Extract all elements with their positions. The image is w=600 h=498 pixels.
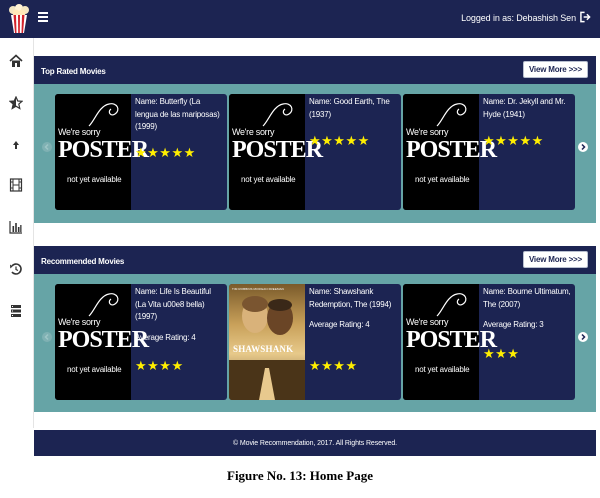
- film-icon[interactable]: [9, 178, 23, 192]
- poster-sorry-text: We're sorry: [406, 317, 449, 327]
- popcorn-icon[interactable]: [8, 4, 30, 34]
- movie-info: Name: Bourne Ultimatum, The (2007) Avera…: [483, 286, 571, 329]
- poster-sorry-text: We're sorry: [406, 127, 449, 137]
- carousel-next-icon[interactable]: [578, 332, 588, 342]
- movie-card[interactable]: We're sorry POSTER not yet available Nam…: [403, 94, 575, 210]
- bar-chart-icon[interactable]: [9, 220, 23, 234]
- movie-name: Name: Life Is Beautiful (La Vita u00e8 b…: [135, 287, 211, 321]
- poster-unavailable-text: not yet available: [415, 365, 470, 374]
- poster-placeholder-image[interactable]: We're sorry POSTER not yet available: [403, 284, 497, 400]
- poster-sorry-text: We're sorry: [58, 317, 101, 327]
- movie-card[interactable]: We're sorry POSTER not yet available Nam…: [55, 284, 227, 400]
- star-rating: ★★★★★: [483, 133, 544, 148]
- carousel-next-icon[interactable]: [578, 142, 588, 152]
- top-rated-title: Top Rated Movies: [41, 67, 106, 76]
- footer: © Movie Recommendation, 2017. All Rights…: [34, 430, 596, 456]
- star-rating: ★★★: [483, 346, 520, 361]
- sign-out-icon[interactable]: [580, 11, 591, 23]
- copyright-text: © Movie Recommendation, 2017. All Rights…: [233, 440, 397, 447]
- swirl-decoration: [88, 293, 119, 317]
- swirl-decoration: [436, 293, 467, 317]
- sidebar: [0, 38, 34, 428]
- top-rated-carousel: We're sorry POSTER not yet available Nam…: [34, 84, 596, 223]
- top-navbar: Logged in as: Debashish Sen: [0, 0, 600, 38]
- poster-cast-text: TIM ROBBINS MORGAN FREEMAN: [232, 287, 284, 291]
- poster-placeholder-image[interactable]: We're sorry POSTER not yet available: [55, 94, 149, 210]
- star-rating: ★★★★★: [309, 133, 370, 148]
- arrow-up-icon[interactable]: [9, 138, 23, 152]
- home-icon[interactable]: [9, 54, 23, 68]
- average-rating: Average Rating: 4: [309, 320, 370, 329]
- movie-info: Name: Butterfly (La lengua de las maripo…: [135, 96, 223, 134]
- poster-placeholder-image[interactable]: We're sorry POSTER not yet available: [229, 94, 323, 210]
- recommended-view-more-button[interactable]: View More >>>: [522, 251, 588, 268]
- poster-faces: [242, 296, 293, 335]
- top-rated-header: Top Rated Movies View More >>>: [34, 56, 596, 84]
- recommended-carousel: We're sorry POSTER not yet available Nam…: [34, 274, 596, 412]
- movie-card[interactable]: TIM ROBBINS MORGAN FREEMAN SHAWSHANK Nam…: [229, 284, 401, 400]
- star-rating: ★★★★★: [135, 145, 196, 160]
- movie-name: Name: Butterfly (La lengua de las maripo…: [135, 97, 220, 131]
- swirl-decoration: [262, 103, 293, 127]
- carousel-prev-icon[interactable]: [42, 332, 52, 342]
- poster-unavailable-text: not yet available: [67, 175, 122, 184]
- movie-name: Name: Good Earth, The (1937): [309, 97, 390, 119]
- poster-title-text: SHAWSHANK: [233, 344, 294, 354]
- movie-info: Name: Good Earth, The (1937): [309, 96, 397, 121]
- poster-sorry-text: We're sorry: [58, 127, 101, 137]
- figure-caption: Figure No. 13: Home Page: [227, 468, 373, 483]
- poster-placeholder-image[interactable]: We're sorry POSTER not yet available: [403, 94, 497, 210]
- movie-info: Name: Shawshank Redemption, The (1994) A…: [309, 286, 397, 329]
- poster-unavailable-text: not yet available: [415, 175, 470, 184]
- poster-sorry-text: We're sorry: [232, 127, 275, 137]
- hamburger-menu-icon[interactable]: [38, 12, 48, 22]
- shawshank-poster-image[interactable]: TIM ROBBINS MORGAN FREEMAN SHAWSHANK: [229, 284, 305, 400]
- movie-info: Name: Life Is Beautiful (La Vita u00e8 b…: [135, 286, 223, 342]
- recommended-header: Recommended Movies View More >>>: [34, 246, 596, 274]
- star-half-icon[interactable]: [9, 96, 23, 110]
- poster-unavailable-text: not yet available: [241, 175, 296, 184]
- history-icon[interactable]: [9, 262, 23, 276]
- top-rated-view-more-button[interactable]: View More >>>: [522, 61, 588, 78]
- swirl-decoration: [436, 103, 467, 127]
- recommended-title: Recommended Movies: [41, 257, 125, 266]
- swirl-decoration: [88, 103, 119, 127]
- movie-info: Name: Dr. Jekyll and Mr. Hyde (1941): [483, 96, 571, 121]
- server-icon[interactable]: [9, 304, 23, 318]
- poster-placeholder-image[interactable]: We're sorry POSTER not yet available: [55, 284, 149, 400]
- average-rating: Average Rating: 4: [135, 332, 196, 342]
- movie-card[interactable]: We're sorry POSTER not yet available Nam…: [403, 284, 575, 400]
- star-rating: ★★★★: [309, 358, 358, 373]
- poster-scene: [229, 360, 305, 400]
- movie-name: Name: Shawshank Redemption, The (1994): [309, 287, 392, 309]
- poster-unavailable-text: not yet available: [67, 365, 122, 374]
- movie-card[interactable]: We're sorry POSTER not yet available Nam…: [55, 94, 227, 210]
- star-rating: ★★★★: [135, 358, 184, 373]
- movie-card[interactable]: We're sorry POSTER not yet available Nam…: [229, 94, 401, 210]
- carousel-prev-icon[interactable]: [42, 142, 52, 152]
- logged-in-user: Logged in as: Debashish Sen: [461, 13, 576, 23]
- movie-name: Name: Dr. Jekyll and Mr. Hyde (1941): [483, 97, 566, 119]
- recommended-panel: Recommended Movies View More >>> We're s…: [34, 246, 596, 412]
- movie-name: Name: Bourne Ultimatum, The (2007): [483, 287, 571, 309]
- average-rating: Average Rating: 3: [483, 320, 544, 329]
- top-rated-panel: Top Rated Movies View More >>> We're sor…: [34, 56, 596, 223]
